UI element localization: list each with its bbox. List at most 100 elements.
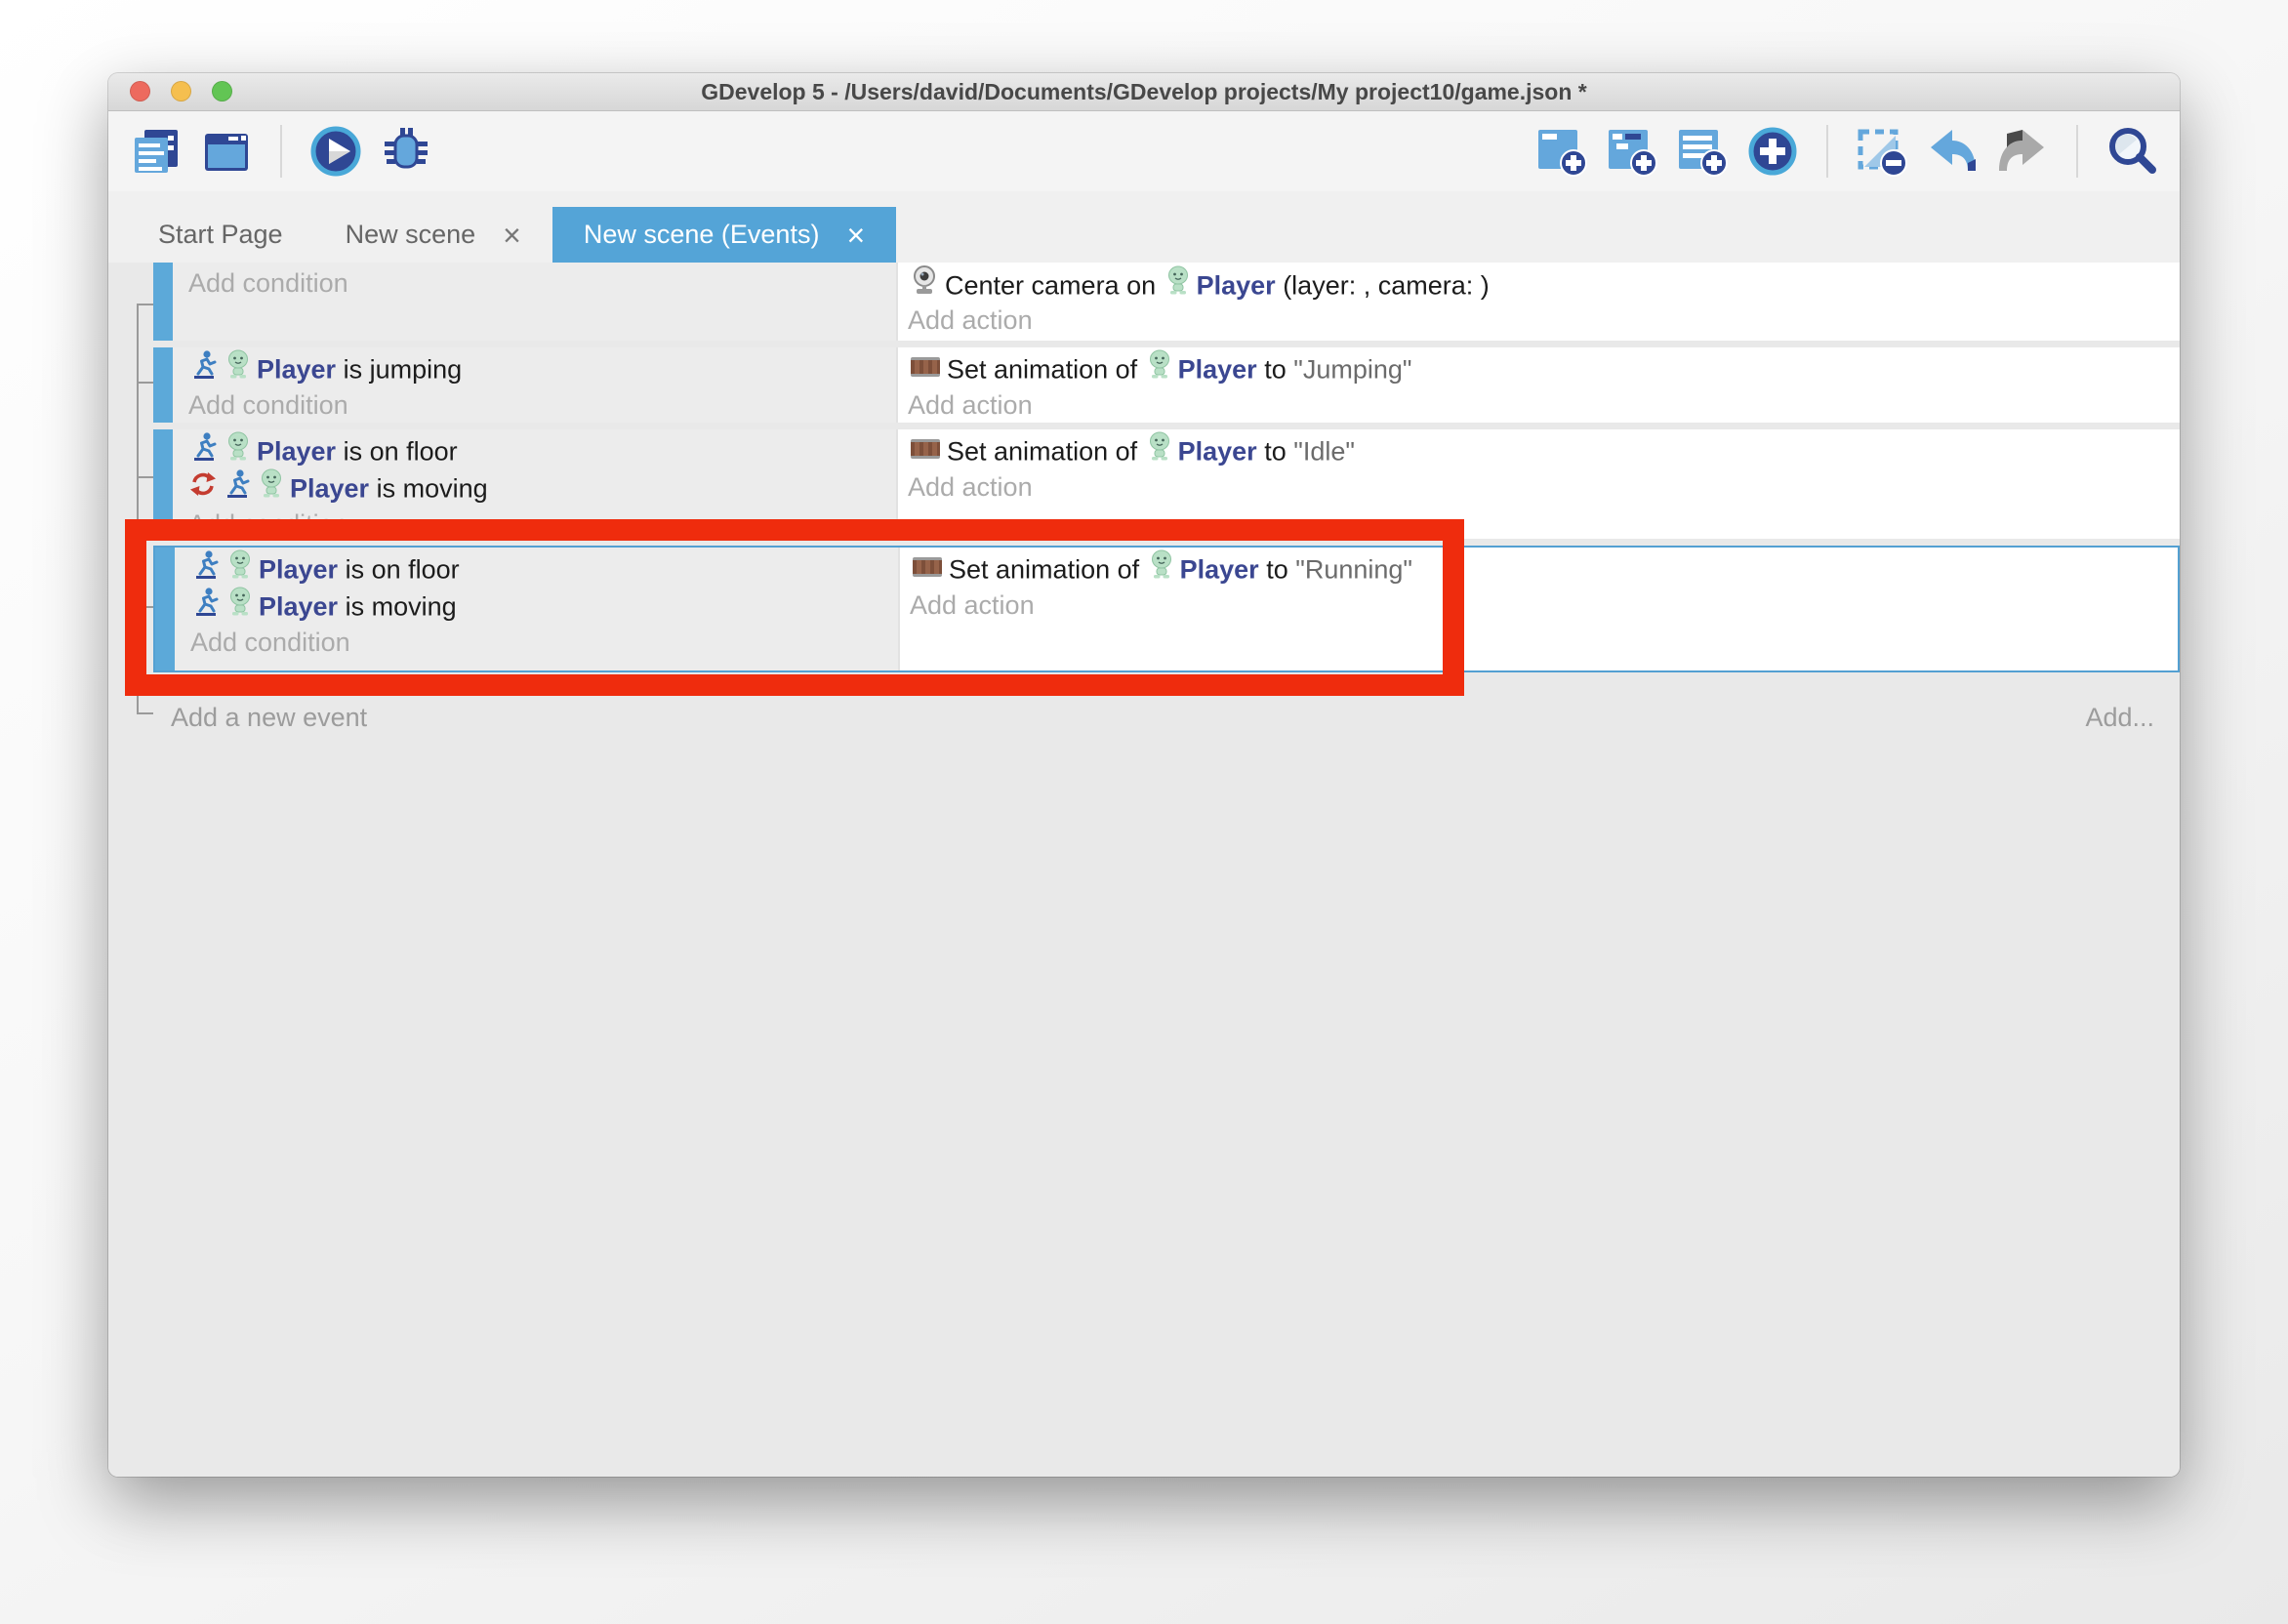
- condition-text: is on floor: [336, 437, 458, 467]
- condition-item[interactable]: Player is moving: [188, 468, 896, 506]
- condition-text: is jumping: [336, 355, 462, 385]
- object-name: Player: [1197, 271, 1276, 301]
- player-object-icon: [225, 349, 251, 388]
- action-text: Set animation of: [947, 437, 1145, 467]
- tab-bar: Start Page New scene × New scene (Events…: [108, 191, 2180, 263]
- add-condition-button[interactable]: Add condition: [188, 264, 896, 302]
- platformer-behavior-icon: [190, 349, 218, 388]
- tab-label: Start Page: [158, 220, 283, 250]
- object-name: Player: [259, 555, 338, 585]
- conditions-column: Player is on floor Player is moving Add …: [175, 548, 900, 670]
- player-object-icon: [225, 431, 251, 470]
- tab-new-scene[interactable]: New scene ×: [314, 207, 552, 263]
- event-row[interactable]: Player is on floor Player is moving Add …: [153, 429, 2180, 539]
- close-tab-icon[interactable]: ×: [503, 220, 521, 251]
- delete-event-icon[interactable]: [1854, 123, 1910, 180]
- animation-icon: [910, 350, 941, 387]
- close-window-button[interactable]: [130, 81, 150, 102]
- platformer-behavior-icon: [190, 431, 218, 470]
- undo-icon[interactable]: [1924, 123, 1981, 180]
- tree-guide-line: [137, 304, 139, 714]
- action-item[interactable]: Set animation of Player to "Idle": [908, 431, 2180, 468]
- action-item[interactable]: Set animation of Player to "Running": [910, 549, 2178, 587]
- add-other-event-icon[interactable]: [1744, 123, 1801, 180]
- condition-text: is moving: [369, 474, 488, 504]
- events-sheet: Add condition Center camera on Player (l…: [108, 263, 2180, 1477]
- action-text: (layer: , camera: ): [1276, 271, 1490, 301]
- player-object-icon: [1165, 265, 1191, 304]
- event-drag-handle[interactable]: [153, 429, 173, 539]
- condition-item[interactable]: Player is jumping: [188, 349, 896, 386]
- tab-start-page[interactable]: Start Page: [127, 207, 314, 263]
- add-condition-button[interactable]: Add condition: [190, 624, 898, 661]
- add-comment-icon[interactable]: [1674, 123, 1731, 180]
- action-text: to: [1259, 555, 1296, 585]
- object-name: Player: [290, 474, 369, 504]
- event-drag-handle[interactable]: [153, 347, 173, 423]
- tab-label: New scene (Events): [584, 220, 820, 250]
- actions-column: Center camera on Player (layer: , camera…: [898, 263, 2180, 341]
- app-window: GDevelop 5 - /Users/david/Documents/GDev…: [108, 73, 2180, 1477]
- object-name: Player: [1178, 355, 1257, 385]
- player-object-icon: [1147, 349, 1172, 388]
- platformer-behavior-icon: [192, 549, 220, 589]
- condition-item[interactable]: Player is moving: [190, 587, 898, 624]
- scene-editor-icon[interactable]: [198, 123, 255, 180]
- add-event-icon[interactable]: [1533, 123, 1590, 180]
- player-object-icon: [259, 468, 284, 508]
- add-sub-event-icon[interactable]: [1604, 123, 1660, 180]
- event-drag-handle[interactable]: [153, 263, 173, 341]
- event-row-selected[interactable]: Player is on floor Player is moving Add …: [153, 546, 2180, 672]
- object-name: Player: [1180, 555, 1259, 585]
- events-footer: Add a new event Add...: [171, 692, 2154, 743]
- condition-item[interactable]: Player is on floor: [190, 549, 898, 587]
- action-text: to: [1257, 355, 1294, 385]
- add-action-button[interactable]: Add action: [908, 386, 2180, 424]
- tree-guide-tick: [137, 304, 153, 305]
- animation-icon: [910, 432, 941, 469]
- tree-guide-tick: [137, 606, 153, 608]
- project-manager-icon[interactable]: [128, 123, 184, 180]
- minimize-window-button[interactable]: [171, 81, 191, 102]
- player-object-icon: [227, 549, 253, 589]
- redo-icon[interactable]: [1994, 123, 2051, 180]
- tab-label: New scene: [346, 220, 476, 250]
- add-action-button[interactable]: Add action: [910, 587, 2178, 624]
- platformer-behavior-icon: [192, 587, 220, 626]
- object-name: Player: [257, 437, 336, 467]
- add-condition-button[interactable]: Add condition: [188, 386, 896, 424]
- conditions-column: Player is jumping Add condition: [173, 347, 898, 423]
- add-more-button[interactable]: Add...: [2085, 703, 2154, 733]
- search-icon[interactable]: [2104, 123, 2160, 180]
- add-action-button[interactable]: Add action: [908, 302, 2180, 339]
- platformer-behavior-icon: [224, 468, 251, 508]
- actions-column: Set animation of Player to "Running" Add…: [900, 548, 2178, 670]
- add-action-button[interactable]: Add action: [908, 468, 2180, 506]
- debug-icon[interactable]: [378, 123, 434, 180]
- add-condition-button[interactable]: Add condition: [188, 506, 896, 543]
- action-value: "Running": [1295, 555, 1412, 585]
- play-preview-icon[interactable]: [307, 123, 364, 180]
- tab-new-scene-events[interactable]: New scene (Events) ×: [552, 207, 896, 263]
- condition-text: is moving: [338, 592, 457, 622]
- event-row[interactable]: Player is jumping Add condition Set anim…: [153, 347, 2180, 423]
- zoom-window-button[interactable]: [212, 81, 232, 102]
- toolbar-separator: [280, 125, 282, 178]
- event-drag-handle[interactable]: [155, 548, 175, 670]
- actions-column: Set animation of Player to "Idle" Add ac…: [898, 429, 2180, 539]
- action-item[interactable]: Set animation of Player to "Jumping": [908, 349, 2180, 386]
- toolbar-separator: [1826, 125, 1828, 178]
- action-text: Set animation of: [947, 355, 1145, 385]
- event-row[interactable]: Add condition Center camera on Player (l…: [153, 263, 2180, 341]
- camera-icon: [910, 264, 939, 305]
- tree-guide-tick: [137, 712, 153, 714]
- condition-item[interactable]: Player is on floor: [188, 431, 896, 468]
- animation-icon: [912, 550, 943, 588]
- tree-guide-tick: [137, 476, 153, 478]
- action-item[interactable]: Center camera on Player (layer: , camera…: [908, 264, 2180, 302]
- close-tab-icon[interactable]: ×: [846, 220, 865, 251]
- title-bar: GDevelop 5 - /Users/david/Documents/GDev…: [108, 73, 2180, 111]
- add-new-event-button[interactable]: Add a new event: [171, 703, 367, 733]
- action-text: to: [1257, 437, 1294, 467]
- object-name: Player: [257, 355, 336, 385]
